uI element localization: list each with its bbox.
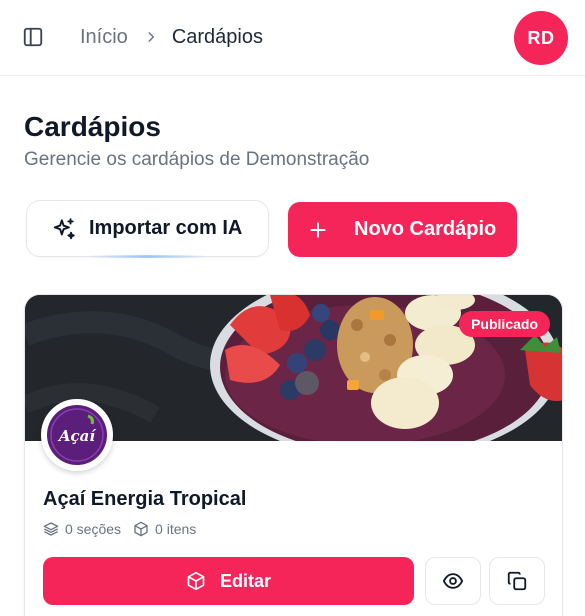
new-menu-label: Novo Cardápio: [354, 218, 497, 240]
copy-icon: [507, 571, 527, 591]
svg-text:Açaí: Açaí: [57, 427, 96, 445]
edit-menu-button[interactable]: Editar: [43, 557, 414, 605]
sections-count: 0 seções: [43, 521, 121, 537]
import-with-ai-button[interactable]: Importar com IA: [26, 200, 269, 258]
edit-menu-label: Editar: [219, 570, 271, 591]
box-icon: [134, 521, 148, 537]
breadcrumb-current: Cardápios: [171, 25, 263, 48]
breadcrumb-home-link[interactable]: Início: [80, 26, 128, 49]
sparkles-icon: [53, 217, 75, 239]
restaurant-logo: Açaí: [41, 399, 113, 471]
items-count: 0 itens: [133, 521, 196, 537]
plus-icon: [310, 221, 326, 238]
new-menu-button[interactable]: Novo Cardápio: [288, 202, 517, 257]
breadcrumb: Início Cardápios: [80, 24, 263, 50]
user-avatar[interactable]: RD: [514, 11, 568, 65]
items-count-label: 0 itens: [155, 521, 197, 537]
status-badge: Publicado: [459, 311, 550, 337]
sidebar-toggle-icon: [23, 27, 43, 47]
top-bar: Início Cardápios RD: [0, 0, 585, 76]
chevron-right-icon: [144, 30, 158, 44]
app-frame: Início Cardápios RD Cardápios Gerencie o…: [0, 0, 585, 616]
eye-icon: [442, 573, 464, 589]
duplicate-menu-button[interactable]: [489, 557, 545, 605]
page-title: Cardápios: [24, 111, 161, 142]
menu-card[interactable]: Publicado Açaí Açaí Energia Tropical 0 s…: [24, 294, 563, 616]
preview-menu-button[interactable]: [425, 557, 481, 605]
menu-name: Açaí Energia Tropical: [43, 488, 247, 510]
box-icon: [187, 571, 205, 591]
sections-count-label: 0 seções: [65, 521, 122, 537]
layers-icon: [43, 522, 59, 536]
page-subtitle: Gerencie os cardápios de Demonstração: [24, 149, 370, 170]
sidebar-toggle-button[interactable]: [20, 24, 46, 50]
import-with-ai-label: Importar com IA: [89, 217, 243, 239]
menu-stats: 0 seções 0 itens: [43, 519, 208, 539]
